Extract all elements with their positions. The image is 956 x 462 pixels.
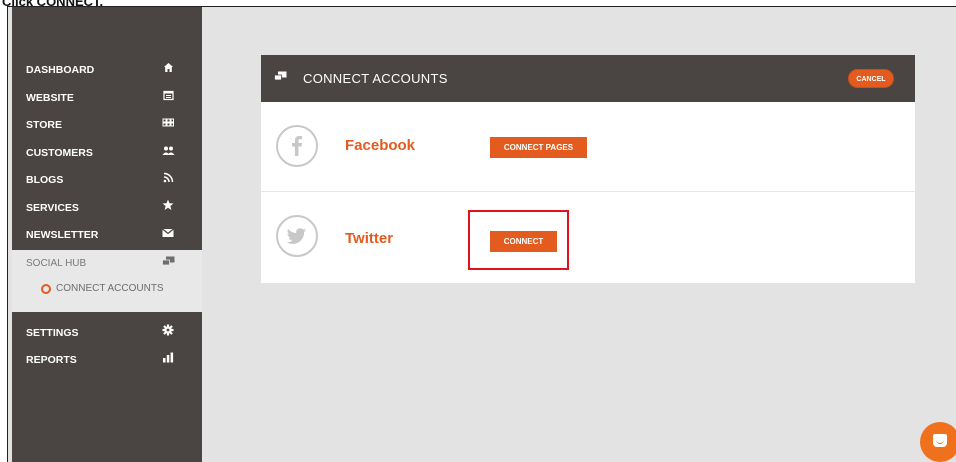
envelope-icon	[161, 222, 175, 250]
sidebar-item-label: DASHBOARD	[26, 64, 95, 76]
sidebar-subitem-connect-accounts[interactable]: CONNECT ACCOUNTS	[12, 278, 202, 300]
sidebar-item-label: STORE	[26, 119, 62, 131]
chat-icon	[933, 434, 947, 447]
connect-accounts-panel: CONNECT ACCOUNTS CANCEL Facebook CONNECT…	[261, 55, 915, 283]
sidebar-item-label: BLOGS	[26, 174, 64, 186]
sidebar-item-label: SERVICES	[26, 201, 79, 214]
account-name-facebook: Facebook	[345, 137, 416, 154]
chat-launcher-button[interactable]	[920, 422, 956, 462]
chat-icon	[274, 71, 287, 85]
highlight-box	[468, 210, 569, 270]
sidebar-item-label: NEWSLETTER	[26, 229, 99, 241]
facebook-icon	[276, 125, 318, 167]
chat-icon	[161, 250, 175, 278]
connect-pages-button[interactable]: CONNECT PAGES	[490, 137, 587, 158]
sidebar-item-label: REPORTS	[26, 354, 77, 366]
store-icon	[161, 112, 175, 140]
sidebar-item-label: CUSTOMERS	[26, 146, 93, 159]
account-row-twitter: Twitter CONNECT	[261, 192, 915, 283]
sidebar-item-dashboard[interactable]: DASHBOARD	[12, 57, 202, 85]
sidebar-header	[12, 7, 202, 57]
website-icon	[161, 85, 175, 113]
sidebar-item-reports[interactable]: REPORTS	[12, 347, 202, 375]
sidebar-item-services[interactable]: SERVICES	[12, 195, 202, 223]
sidebar-item-social-hub[interactable]: SOCIAL HUB	[12, 250, 202, 278]
panel-title: CONNECT ACCOUNTS	[303, 71, 448, 86]
social-hub-section: SOCIAL HUB CONNECT ACCOUNTS	[12, 249, 202, 312]
sidebar-subitem-label: CONNECT ACCOUNTS	[56, 282, 164, 294]
sidebar-item-settings[interactable]: SETTINGS	[12, 320, 202, 348]
sidebar-item-newsletter[interactable]: NEWSLETTER	[12, 222, 202, 250]
sidebar-item-blogs[interactable]: BLOGS	[12, 167, 202, 195]
active-indicator-icon	[41, 283, 51, 294]
sidebar-nav: DASHBOARD WEBSITE STORE CUSTOMERS BLOGS	[12, 57, 202, 250]
twitter-icon	[276, 215, 318, 257]
sidebar-nav-bottom: SETTINGS REPORTS	[12, 319, 202, 375]
sidebar-item-label: SETTINGS	[26, 326, 79, 339]
panel-header: CONNECT ACCOUNTS CANCEL	[261, 55, 915, 102]
rss-icon	[161, 167, 175, 195]
account-name-twitter: Twitter	[345, 230, 394, 247]
gear-icon	[161, 320, 175, 348]
star-icon	[161, 195, 175, 223]
home-icon	[161, 57, 175, 85]
sidebar-item-customers[interactable]: CUSTOMERS	[12, 140, 202, 168]
cancel-button[interactable]: CANCEL	[848, 69, 894, 88]
sidebar-item-label: WEBSITE	[26, 91, 74, 104]
account-row-facebook: Facebook CONNECT PAGES	[261, 102, 915, 192]
bar-chart-icon	[161, 347, 175, 375]
sidebar: DASHBOARD WEBSITE STORE CUSTOMERS BLOGS	[12, 7, 202, 462]
sidebar-item-website[interactable]: WEBSITE	[12, 85, 202, 113]
sidebar-item-store[interactable]: STORE	[12, 112, 202, 140]
customers-icon	[161, 140, 175, 168]
sidebar-item-label: SOCIAL HUB	[26, 257, 87, 269]
